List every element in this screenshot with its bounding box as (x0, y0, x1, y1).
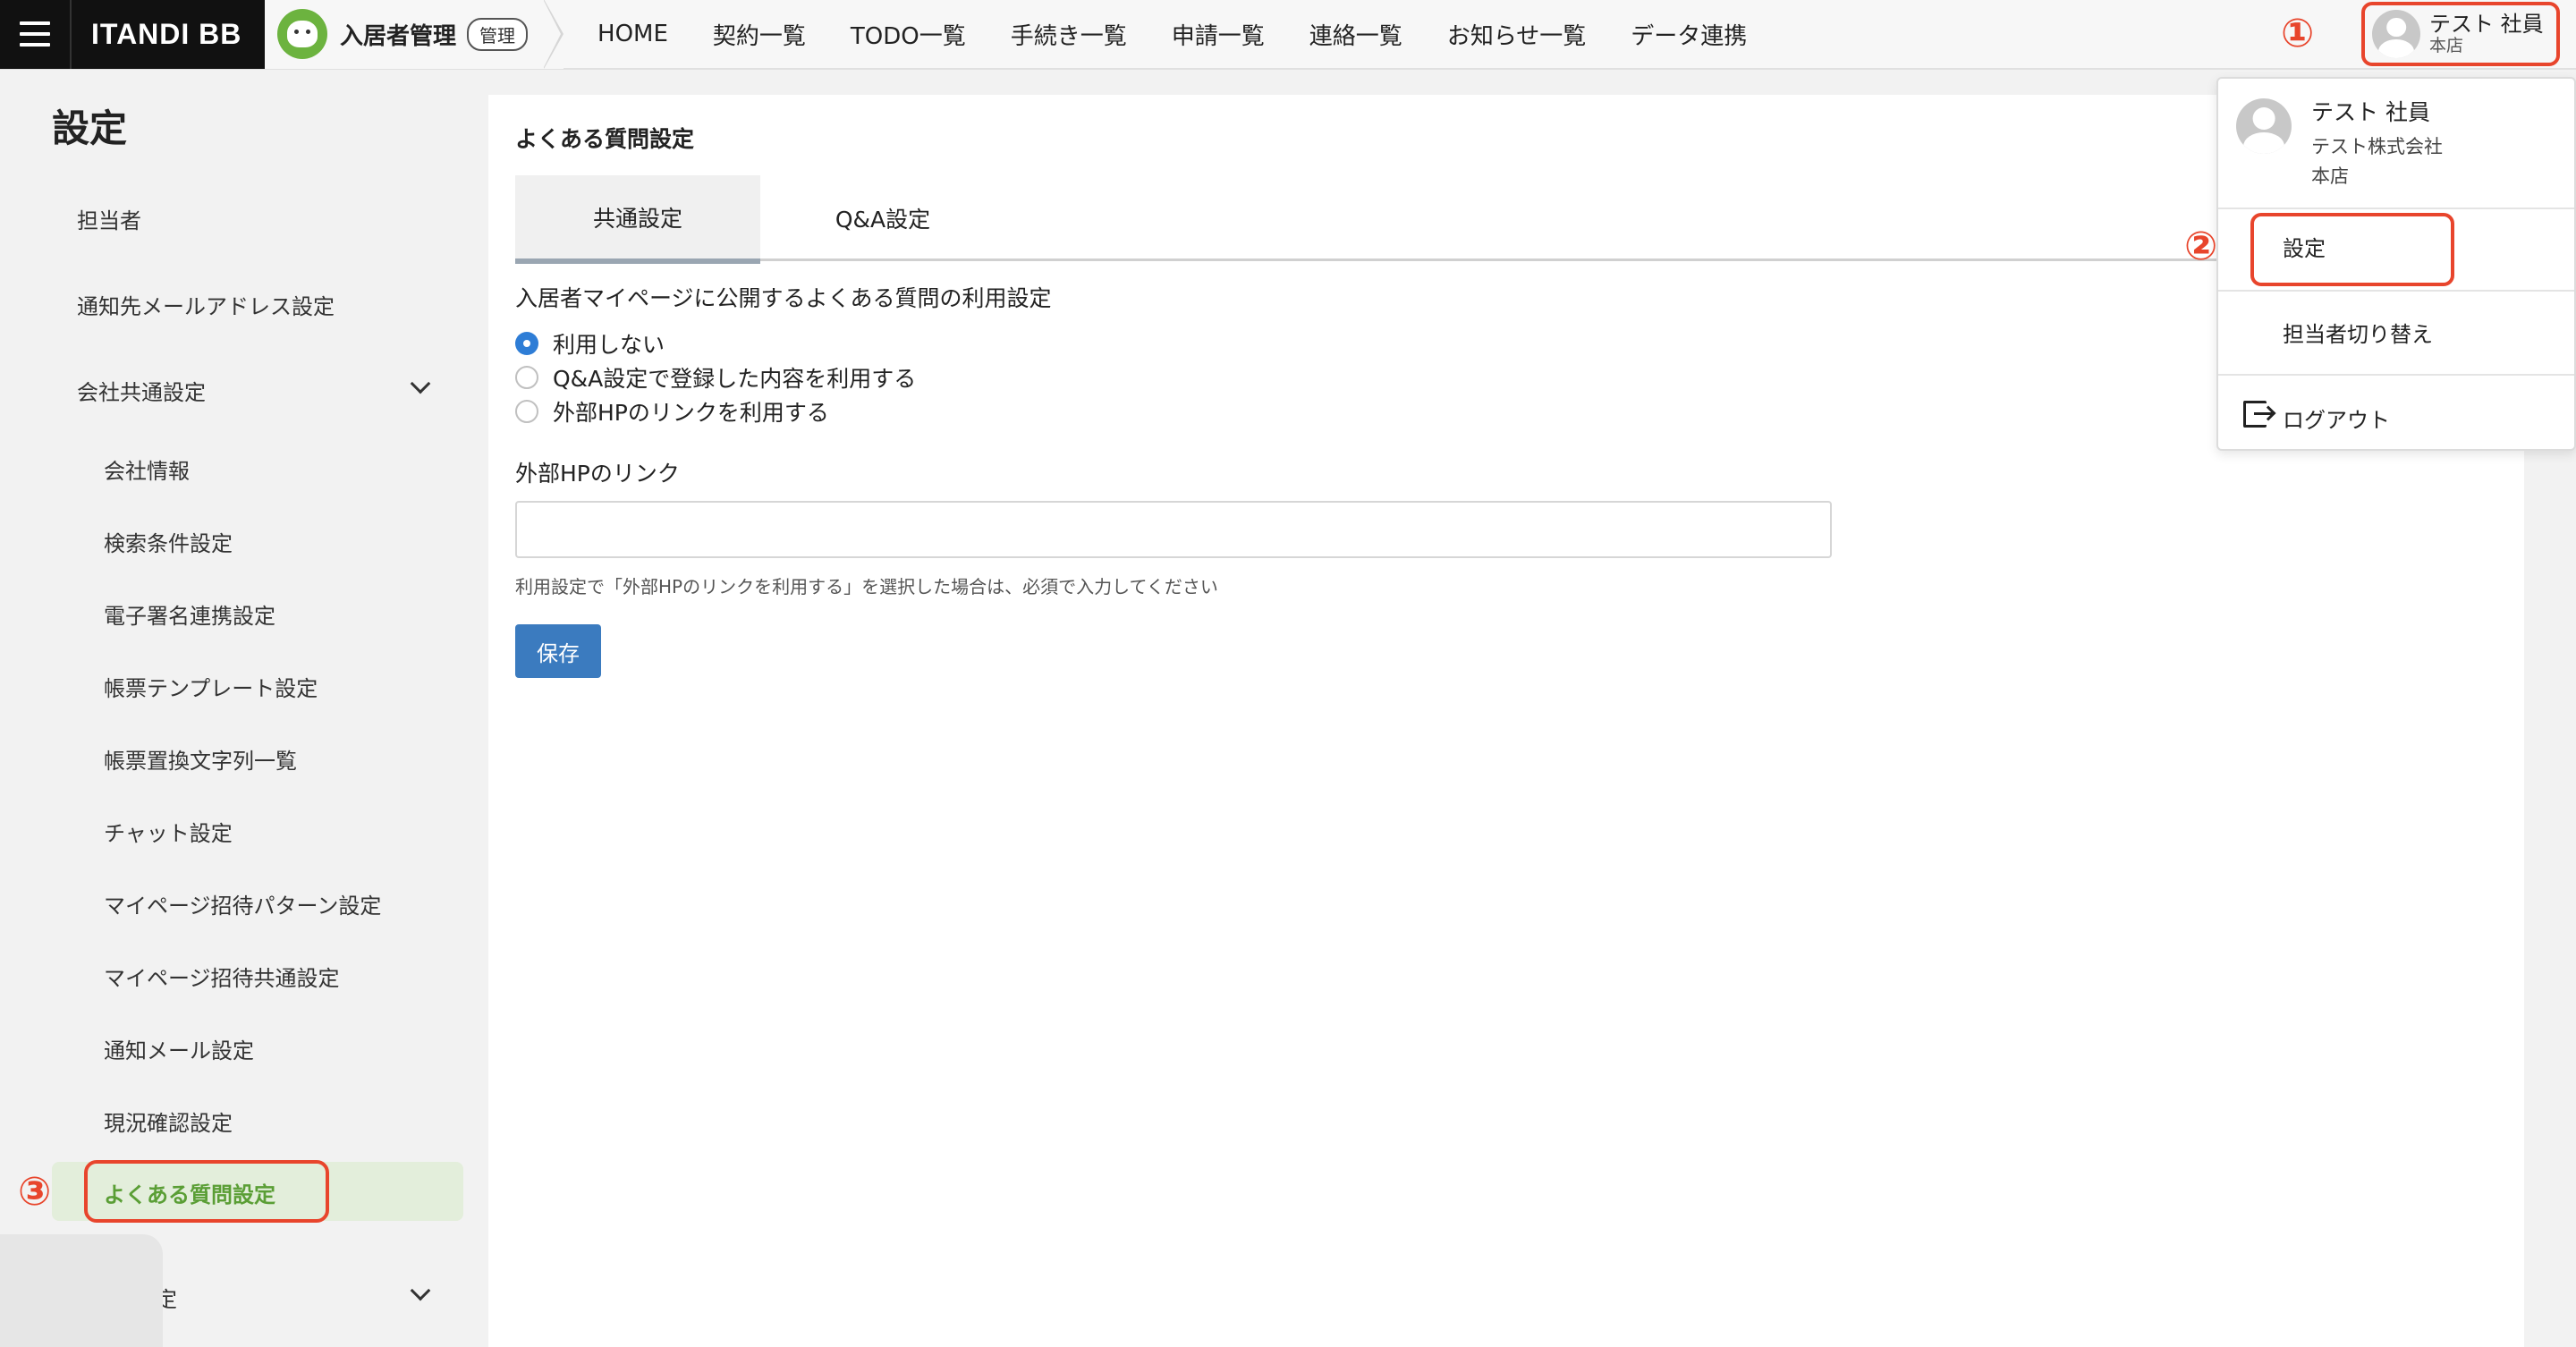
radio-checked-icon[interactable] (515, 332, 538, 355)
annotation-highlight-settings (2250, 213, 2454, 286)
app-switcher[interactable]: 入居者管理 管理 (265, 0, 564, 69)
sidebar: 設定 (0, 72, 483, 1347)
sidebar-item-search-condition[interactable]: 検索条件設定 (104, 526, 233, 557)
divider (2218, 374, 2574, 376)
main-nav: HOME 契約一覧 TODO一覧 手続き一覧 申請一覧 連絡一覧 お知らせ一覧 … (580, 18, 1769, 51)
user-name: テスト 社員 (2429, 12, 2544, 38)
sidebar-item-mypage-invite-common[interactable]: マイページ招待共通設定 (104, 961, 340, 992)
sidebar-item-chat[interactable]: チャット設定 (104, 816, 233, 847)
sidebar-item-form-replace[interactable]: 帳票置換文字列一覧 (104, 743, 297, 775)
sidebar-item-mypage-invite-pattern[interactable]: マイページ招待パターン設定 (104, 888, 381, 919)
external-link-input[interactable] (515, 501, 1832, 558)
user-branch: 本店 (2429, 35, 2464, 55)
nav-contracts[interactable]: 契約一覧 (691, 18, 828, 51)
nav-contacts[interactable]: 連絡一覧 (1287, 18, 1425, 51)
usage-setting-label: 入居者マイページに公開するよくある質問の利用設定 (515, 285, 1052, 311)
annotation-two: ② (2184, 224, 2218, 269)
save-button[interactable]: 保存 (515, 624, 601, 678)
dropdown-company: テスト株式会社 (2311, 136, 2443, 157)
dropdown-item-switch-user[interactable]: 担当者切り替え (2283, 317, 2433, 348)
app-badge: 管理 (467, 17, 529, 51)
hamburger-menu-icon[interactable] (0, 0, 70, 69)
radio-unchecked-icon[interactable] (515, 400, 538, 423)
logo[interactable]: ITANDI BB (70, 0, 265, 69)
radio-option-not-use[interactable]: 利用しない (515, 327, 665, 360)
nav-applications[interactable]: 申請一覧 (1149, 18, 1287, 51)
radio-label: 外部HPのリンクを利用する (553, 400, 829, 426)
top-header: ITANDI BB 入居者管理 管理 HOME 契約一覧 TODO一覧 手続き一… (0, 0, 2576, 70)
radio-label: 利用しない (553, 332, 665, 358)
dropdown-branch: 本店 (2311, 165, 2349, 187)
annotation-one: ① (2281, 11, 2315, 56)
sidebar-item-notify-mail[interactable]: 通知メール設定 (104, 1033, 254, 1064)
user-menu-button[interactable]: テスト 社員 本店 (2361, 2, 2560, 66)
nav-procedures[interactable]: 手続き一覧 (988, 18, 1149, 51)
sidebar-item-form-template[interactable]: 帳票テンプレート設定 (104, 671, 318, 702)
nav-todo[interactable]: TODO一覧 (828, 18, 988, 51)
annotation-three: ③ (18, 1169, 52, 1215)
nav-data-link[interactable]: データ連携 (1608, 18, 1769, 51)
sidebar-item-notify-email[interactable]: 通知先メールアドレス設定 (77, 289, 335, 320)
user-dropdown-menu: テスト 社員 テスト株式会社 本店 設定 担当者切り替え ログアウト (2216, 77, 2576, 451)
annotation-highlight-faq (84, 1160, 329, 1223)
dropdown-user-info: テスト 社員 テスト株式会社 本店 (2236, 95, 2443, 191)
divider (2218, 208, 2574, 209)
help-text: 利用設定で「外部HPのリンクを利用する」を選択した場合は、必須で入力してください (515, 576, 1218, 597)
sidebar-item-company-common[interactable]: 会社共通設定 (77, 375, 206, 406)
floating-overlay (0, 1234, 163, 1347)
avatar-icon (2236, 98, 2292, 154)
sidebar-item-status-check[interactable]: 現況確認設定 (104, 1106, 233, 1137)
external-link-label: 外部HPのリンク (515, 461, 680, 487)
dropdown-user-name: テスト 社員 (2311, 99, 2430, 125)
nav-home[interactable]: HOME (580, 21, 691, 47)
sidebar-item-tantousha[interactable]: 担当者 (77, 203, 141, 234)
sidebar-title: 設定 (52, 106, 128, 150)
page-title: よくある質問設定 (515, 126, 695, 152)
sidebar-item-esign[interactable]: 電子署名連携設定 (104, 598, 275, 630)
dropdown-item-logout[interactable]: ログアウト (2283, 402, 2390, 434)
avatar-icon (2372, 10, 2420, 58)
tab-qa-settings[interactable]: Q&A設定 (760, 175, 1005, 261)
sidebar-item-company-info[interactable]: 会社情報 (104, 453, 190, 485)
radio-unchecked-icon[interactable] (515, 366, 538, 389)
divider (2218, 290, 2574, 292)
radio-option-use-qa[interactable]: Q&A設定で登録した内容を利用する (515, 361, 916, 394)
app-name: 入居者管理 (340, 22, 457, 50)
radio-option-use-external-link[interactable]: 外部HPのリンクを利用する (515, 395, 829, 428)
tab-common-settings[interactable]: 共通設定 (515, 175, 760, 264)
nav-notices[interactable]: お知らせ一覧 (1425, 18, 1608, 51)
mascot-icon (277, 9, 327, 59)
radio-label: Q&A設定で登録した内容を利用する (553, 366, 917, 392)
